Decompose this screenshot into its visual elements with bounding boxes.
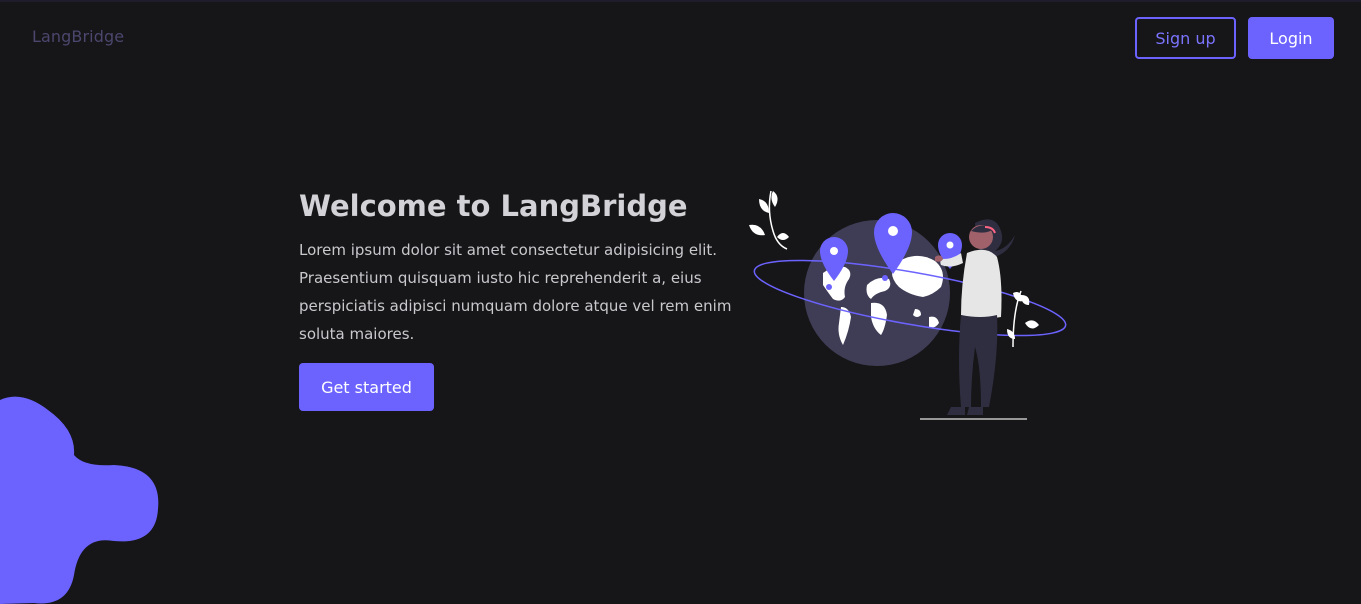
decorative-blob bbox=[0, 396, 159, 604]
hero-description: Lorem ipsum dolor sit amet consectetur a… bbox=[299, 241, 732, 343]
world-map-illustration bbox=[749, 190, 1067, 420]
hero-title: Welcome to LangBridge bbox=[299, 189, 688, 223]
plant-icon bbox=[749, 190, 789, 250]
top-border bbox=[0, 0, 1361, 2]
logo[interactable]: LangBridge bbox=[32, 27, 124, 46]
get-started-button[interactable]: Get started bbox=[299, 363, 434, 411]
plant-icon bbox=[1007, 290, 1039, 348]
login-button[interactable]: Login bbox=[1248, 17, 1334, 59]
signup-button[interactable]: Sign up bbox=[1135, 17, 1236, 59]
